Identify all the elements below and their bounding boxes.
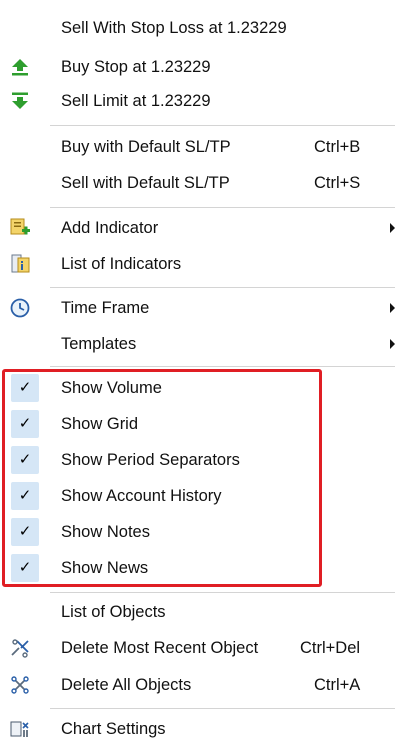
menu-item-shortcut: Ctrl+S [314, 174, 361, 192]
clock-icon [9, 297, 31, 319]
menu-item-label: List of Objects [61, 603, 166, 621]
menu-item-label: Sell With Stop Loss at 1.23229 [61, 19, 287, 37]
menu-item-chart-settings[interactable]: Chart Settings [0, 711, 397, 740]
menu-item-add-indicator[interactable]: Add Indicator [0, 210, 397, 246]
chart-settings-icon [9, 718, 31, 740]
menu-item-label: Delete All Objects [61, 676, 192, 694]
menu-item-sell-with-stop-loss[interactable]: Sell With Stop Loss at 1.23229 [0, 10, 397, 46]
menu-item-label: Sell Limit at 1.23229 [61, 92, 211, 110]
buy-stop-arrow-icon [9, 56, 31, 78]
menu-item-list-of-objects[interactable]: List of Objects [0, 594, 397, 630]
menu-separator [50, 366, 395, 367]
submenu-arrow-icon [390, 339, 395, 349]
menu-item-delete-all-objects[interactable]: Delete All Objects Ctrl+A [0, 667, 397, 703]
menu-item-sell-default-sltp[interactable]: Sell with Default SL/TP Ctrl+S [0, 165, 397, 201]
menu-separator [50, 207, 395, 208]
menu-item-label: Delete Most Recent Object [61, 639, 259, 657]
delete-all-objects-icon [9, 674, 31, 696]
delete-object-icon [9, 637, 31, 659]
menu-item-label: Templates [61, 335, 137, 353]
menu-separator [50, 708, 395, 709]
menu-item-label: Time Frame [61, 299, 150, 317]
menu-item-time-frame[interactable]: Time Frame [0, 290, 397, 326]
list-indicators-icon [9, 253, 31, 275]
submenu-arrow-icon [390, 223, 395, 233]
menu-separator [50, 592, 395, 593]
menu-item-shortcut: Ctrl+Del [300, 639, 361, 657]
menu-item-label: Buy Stop at 1.23229 [61, 58, 211, 76]
menu-item-buy-default-sltp[interactable]: Buy with Default SL/TP Ctrl+B [0, 129, 397, 165]
menu-item-label: List of Indicators [61, 255, 182, 273]
menu-item-label: Buy with Default SL/TP [61, 138, 231, 156]
menu-item-sell-limit[interactable]: Sell Limit at 1.23229 [0, 83, 397, 119]
sell-limit-arrow-icon [9, 90, 31, 112]
menu-item-templates[interactable]: Templates [0, 326, 397, 362]
menu-item-shortcut: Ctrl+B [314, 138, 361, 156]
menu-separator [50, 287, 395, 288]
menu-separator [50, 125, 395, 126]
submenu-arrow-icon [390, 303, 395, 313]
menu-item-label: Add Indicator [61, 219, 159, 237]
menu-item-label: Chart Settings [61, 720, 166, 738]
menu-item-shortcut: Ctrl+A [314, 676, 361, 694]
highlight-box [2, 369, 322, 587]
menu-item-label: Sell with Default SL/TP [61, 174, 230, 192]
menu-item-buy-stop[interactable]: Buy Stop at 1.23229 [0, 49, 397, 85]
add-indicator-icon [9, 217, 31, 239]
menu-item-list-of-indicators[interactable]: List of Indicators [0, 246, 397, 282]
menu-item-delete-most-recent-object[interactable]: Delete Most Recent Object Ctrl+Del [0, 630, 397, 666]
chart-context-menu: Sell With Stop Loss at 1.23229 Buy Stop … [0, 0, 397, 740]
